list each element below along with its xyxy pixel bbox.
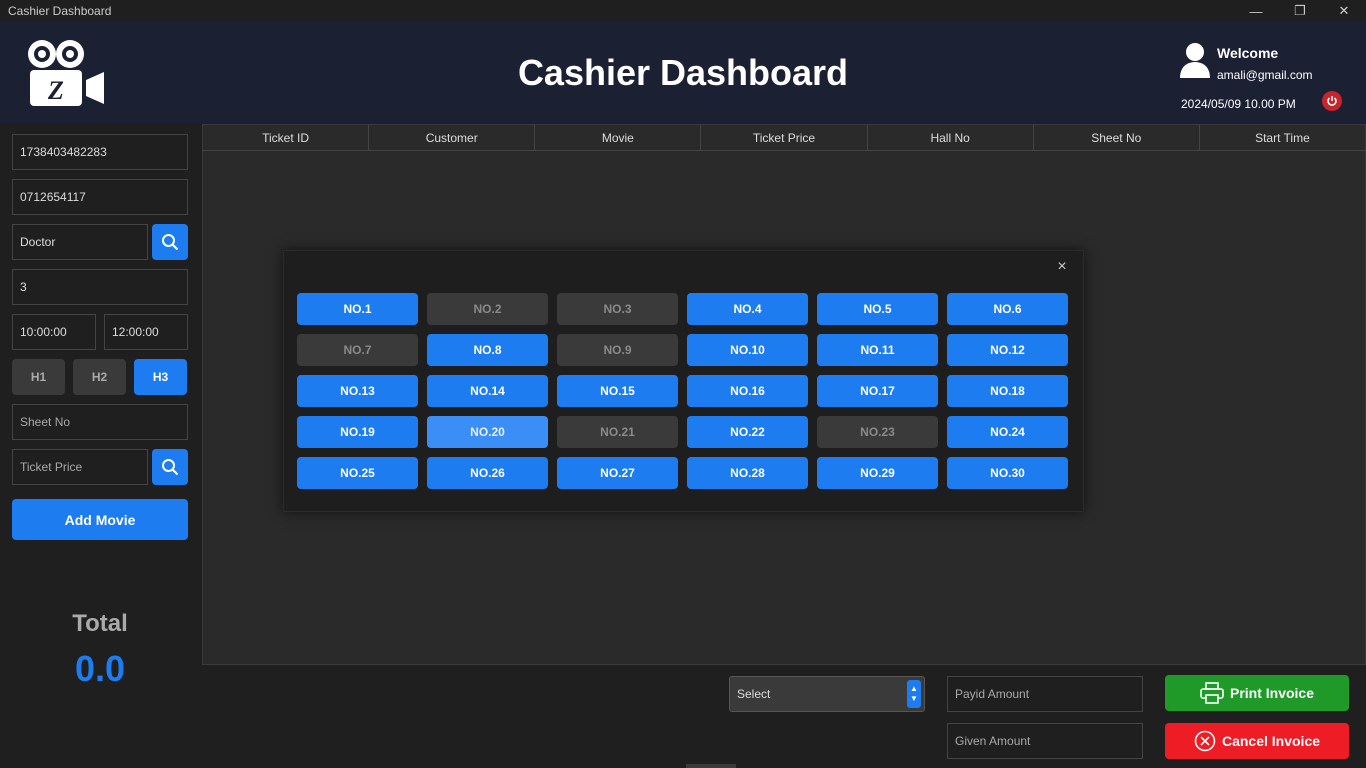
sheet-no-field[interactable]: Sheet No	[12, 404, 188, 440]
seat-button[interactable]: NO.1	[297, 293, 418, 325]
seat-button[interactable]: NO.17	[817, 375, 938, 407]
start-time-field[interactable]: 10:00:00	[12, 314, 96, 350]
seat-button[interactable]: NO.25	[297, 457, 418, 489]
cancel-circle-icon	[1194, 730, 1216, 752]
page-title: Cashier Dashboard	[517, 52, 849, 93]
seat-button[interactable]: NO.4	[687, 293, 808, 325]
seat-button[interactable]: NO.16	[687, 375, 808, 407]
seat-button[interactable]: NO.6	[947, 293, 1068, 325]
add-movie-button[interactable]: Add Movie	[12, 499, 188, 540]
search-price-button[interactable]	[152, 449, 188, 485]
datetime-label: 2024/05/09 10.00 PM	[1181, 97, 1296, 111]
scrollbar-thumb[interactable]	[686, 764, 736, 768]
seat-button[interactable]: NO.9	[557, 334, 678, 366]
seat-button[interactable]: NO.20	[427, 416, 548, 448]
seat-button[interactable]: NO.21	[557, 416, 678, 448]
column-header-customer[interactable]: Customer	[369, 125, 536, 150]
seat-button[interactable]: NO.14	[427, 375, 548, 407]
seat-selection-dialog: × NO.1 NO.2 NO.3 NO.4 NO.5 NO.6 NO.7 NO.8 NO.9 NO…	[283, 250, 1084, 512]
column-header-ticket-id[interactable]: Ticket ID	[203, 125, 370, 150]
ticket-id-field[interactable]: 1738403482283	[12, 134, 188, 170]
total-value: 0.0	[74, 648, 126, 689]
seat-button[interactable]: NO.24	[947, 416, 1068, 448]
cancel-invoice-label: Cancel Invoice	[1221, 733, 1321, 749]
welcome-label: Welcome	[1217, 45, 1279, 61]
header-bar: Z Cashier Dashboard Welcome amali@gmail.…	[0, 22, 1366, 123]
column-header-hall-no[interactable]: Hall No	[868, 125, 1034, 150]
seat-button[interactable]: NO.8	[427, 334, 548, 366]
seat-button[interactable]: NO.27	[557, 457, 678, 489]
user-email: amali@gmail.com	[1217, 68, 1313, 82]
close-icon[interactable]: ×	[1054, 258, 1070, 275]
hall-button-h2[interactable]: H2	[73, 359, 126, 395]
payment-method-select[interactable]: Select ▲ ▼	[729, 676, 925, 712]
select-value: Select	[737, 687, 771, 701]
column-header-movie[interactable]: Movie	[535, 125, 702, 150]
table-header: Ticket ID Customer Movie Ticket Price Ha…	[203, 125, 1365, 151]
seat-button[interactable]: NO.5	[817, 293, 938, 325]
seat-button[interactable]: NO.2	[427, 293, 548, 325]
column-header-ticket-price[interactable]: Ticket Price	[701, 125, 868, 150]
seat-button[interactable]: NO.30	[947, 457, 1068, 489]
restore-button[interactable]: ❐	[1278, 0, 1322, 22]
seat-button[interactable]: NO.12	[947, 334, 1068, 366]
seat-button[interactable]: NO.7	[297, 334, 418, 366]
close-window-button[interactable]: ✕	[1322, 0, 1366, 22]
seat-button[interactable]: NO.13	[297, 375, 418, 407]
select-spinner-icon[interactable]: ▲ ▼	[907, 680, 921, 708]
seat-button[interactable]: NO.15	[557, 375, 678, 407]
given-amount-field[interactable]: Given Amount	[947, 723, 1143, 759]
seat-button[interactable]: NO.19	[297, 416, 418, 448]
seat-button[interactable]: NO.22	[687, 416, 808, 448]
search-icon	[162, 459, 179, 476]
total-label: Total	[72, 610, 128, 637]
window-titlebar: Cashier Dashboard — ❐ ✕	[0, 0, 1366, 22]
seat-button[interactable]: NO.11	[817, 334, 938, 366]
user-avatar-icon	[1180, 43, 1210, 78]
end-time-field[interactable]: 12:00:00	[104, 314, 188, 350]
power-icon[interactable]	[1322, 91, 1342, 111]
search-movie-button[interactable]	[152, 224, 188, 260]
window-title: Cashier Dashboard	[8, 4, 112, 18]
hall-button-h3[interactable]: H3	[134, 359, 187, 395]
seat-button[interactable]: NO.23	[817, 416, 938, 448]
phone-field[interactable]: 0712654117	[12, 179, 188, 215]
printer-icon	[1200, 682, 1224, 704]
seat-button[interactable]: NO.26	[427, 457, 548, 489]
cancel-invoice-button[interactable]: Cancel Invoice	[1165, 723, 1349, 759]
print-invoice-button[interactable]: Print Invoice	[1165, 675, 1349, 711]
seat-button[interactable]: NO.29	[817, 457, 938, 489]
minimize-button[interactable]: —	[1234, 0, 1278, 22]
quantity-field[interactable]: 3	[12, 269, 188, 305]
movie-field[interactable]: Doctor	[12, 224, 148, 260]
search-icon	[162, 234, 179, 251]
print-invoice-label: Print Invoice	[1229, 685, 1315, 701]
seat-button[interactable]: NO.18	[947, 375, 1068, 407]
seat-button[interactable]: NO.10	[687, 334, 808, 366]
hall-button-h1[interactable]: H1	[12, 359, 65, 395]
seat-button[interactable]: NO.3	[557, 293, 678, 325]
column-header-sheet-no[interactable]: Sheet No	[1034, 125, 1200, 150]
payid-amount-field[interactable]: Payid Amount	[947, 676, 1143, 712]
column-header-start-time[interactable]: Start Time	[1200, 125, 1365, 150]
seat-button[interactable]: NO.28	[687, 457, 808, 489]
ticket-price-field[interactable]: Ticket Price	[12, 449, 148, 485]
